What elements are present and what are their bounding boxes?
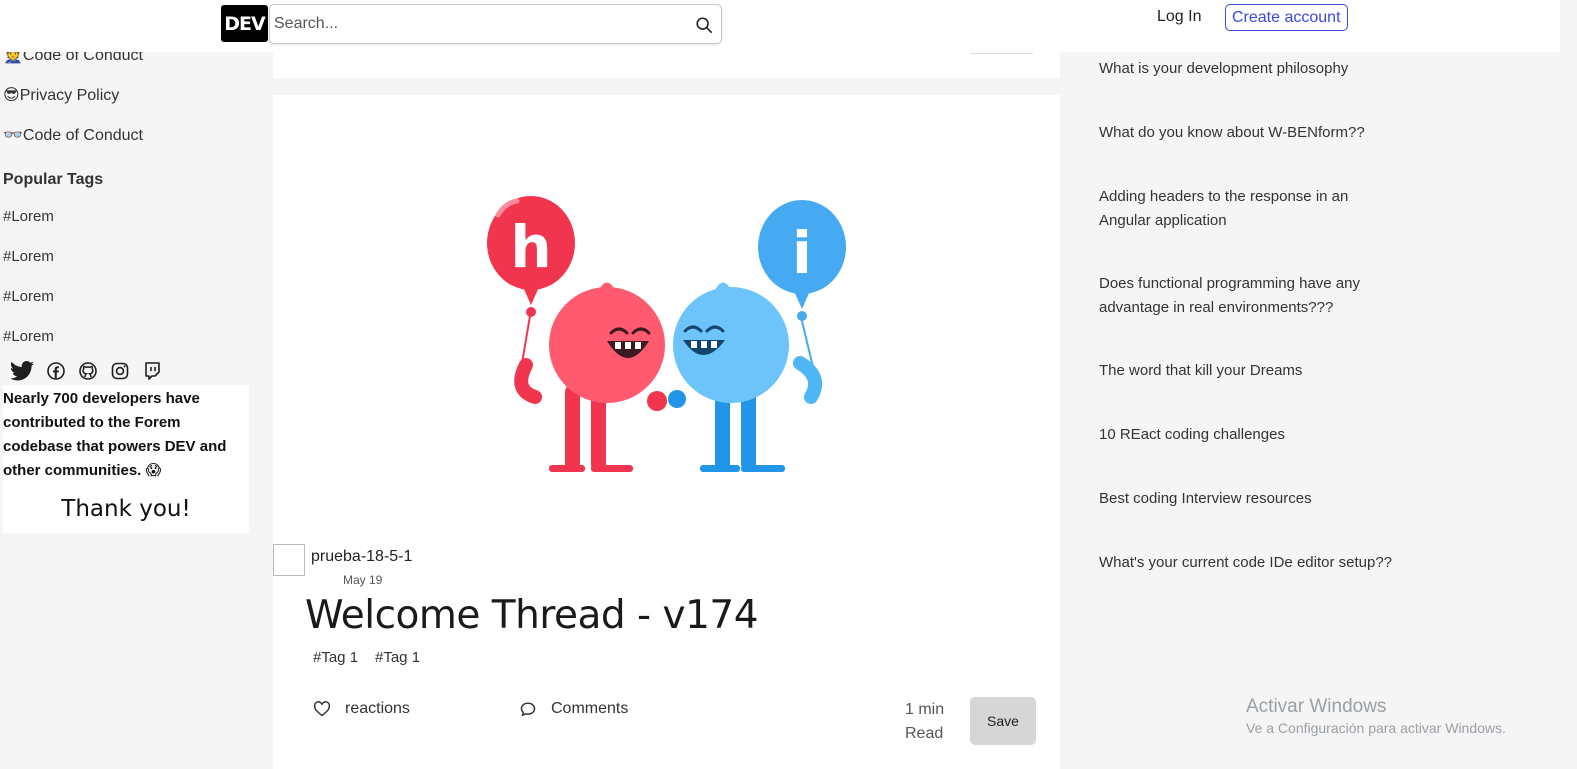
sidebar-tag[interactable]: #Lorem (3, 288, 54, 305)
balloon-letter-h: h (510, 213, 551, 281)
social-links (10, 360, 174, 387)
sidebar-link-privacy-policy[interactable]: 😎Privacy Policy (3, 85, 119, 105)
sidebar-link-label: Code of Conduct (22, 127, 143, 144)
popular-tags-title: Popular Tags (3, 171, 104, 188)
discussion-item[interactable]: What do you know about W-BENform?? (1099, 121, 1409, 145)
post-cover-image[interactable]: h i (273, 95, 1060, 535)
reactions-label: reactions (345, 700, 410, 717)
post-tag[interactable]: #Tag 1 (313, 649, 358, 666)
windows-activation-watermark: Activar Windows Ve a Configuración para … (1246, 696, 1506, 736)
comments-label: Comments (551, 700, 629, 717)
top-header: DEV Log In Create account (0, 0, 1560, 52)
login-link[interactable]: Log In (1157, 8, 1201, 26)
twitter-icon[interactable] (10, 360, 34, 387)
discussion-item[interactable]: Adding headers to the response in an Ang… (1099, 185, 1389, 233)
discussion-item[interactable]: The word that kill your Dreams (1099, 359, 1409, 383)
thanks-message: Nearly 700 developers have contributed t… (3, 390, 227, 479)
search-icon[interactable] (695, 16, 713, 34)
read-time: 1 min Read (905, 701, 945, 742)
discussion-item[interactable]: 10 REact coding challenges (1099, 423, 1409, 447)
dev-logo[interactable]: DEV (221, 5, 268, 42)
instagram-icon[interactable] (110, 361, 130, 386)
glasses-emoji-icon: 👓 (3, 127, 23, 144)
discussion-item[interactable]: Best coding Interview resources (1099, 487, 1409, 511)
comments-button[interactable]: Comments (519, 700, 628, 718)
search-input[interactable] (270, 5, 680, 43)
discussion-item[interactable]: Does functional programming have any adv… (1099, 272, 1389, 320)
sidebar-link-code-of-conduct-2[interactable]: 👓Code of Conduct (3, 125, 143, 145)
watermark-title: Activar Windows (1246, 696, 1387, 717)
post-tag[interactable]: #Tag 1 (375, 649, 420, 666)
post-title[interactable]: Welcome Thread - v174 (305, 593, 759, 638)
sunglasses-emoji-icon: 😎 (3, 87, 20, 104)
twitch-icon[interactable] (142, 361, 162, 386)
reactions-button[interactable]: reactions (313, 700, 410, 718)
facebook-icon[interactable] (46, 361, 66, 386)
thank-you-heading: Thank you! (61, 496, 191, 522)
forem-thanks-card: Nearly 700 developers have contributed t… (3, 385, 249, 533)
watermark-subtitle: Ve a Configuración para activar Windows. (1246, 720, 1506, 736)
discussion-item[interactable]: What's your current code IDe editor setu… (1099, 551, 1409, 575)
comment-icon (520, 702, 536, 717)
discussion-item[interactable]: What is your development philosophy (1099, 57, 1409, 81)
balloon-letter-i: i (792, 219, 812, 287)
red-character (549, 287, 665, 403)
search-box[interactable] (269, 4, 722, 44)
github-icon[interactable] (78, 361, 98, 386)
sidebar-tag[interactable]: #Lorem (3, 328, 54, 345)
sidebar-link-label: Privacy Policy (19, 87, 120, 104)
post-card[interactable]: h i prueba-18-5-1 May 19 Welcome Thread … (273, 95, 1060, 769)
sidebar-tag[interactable]: #Lorem (3, 208, 54, 225)
author-avatar[interactable] (273, 544, 305, 576)
post-date: May 19 (343, 573, 383, 587)
sidebar-tag[interactable]: #Lorem (3, 248, 54, 265)
create-account-button[interactable]: Create account (1225, 4, 1348, 31)
author-name[interactable]: prueba-18-5-1 (311, 548, 412, 566)
heart-icon (313, 701, 331, 717)
save-button[interactable]: Save (970, 697, 1036, 745)
